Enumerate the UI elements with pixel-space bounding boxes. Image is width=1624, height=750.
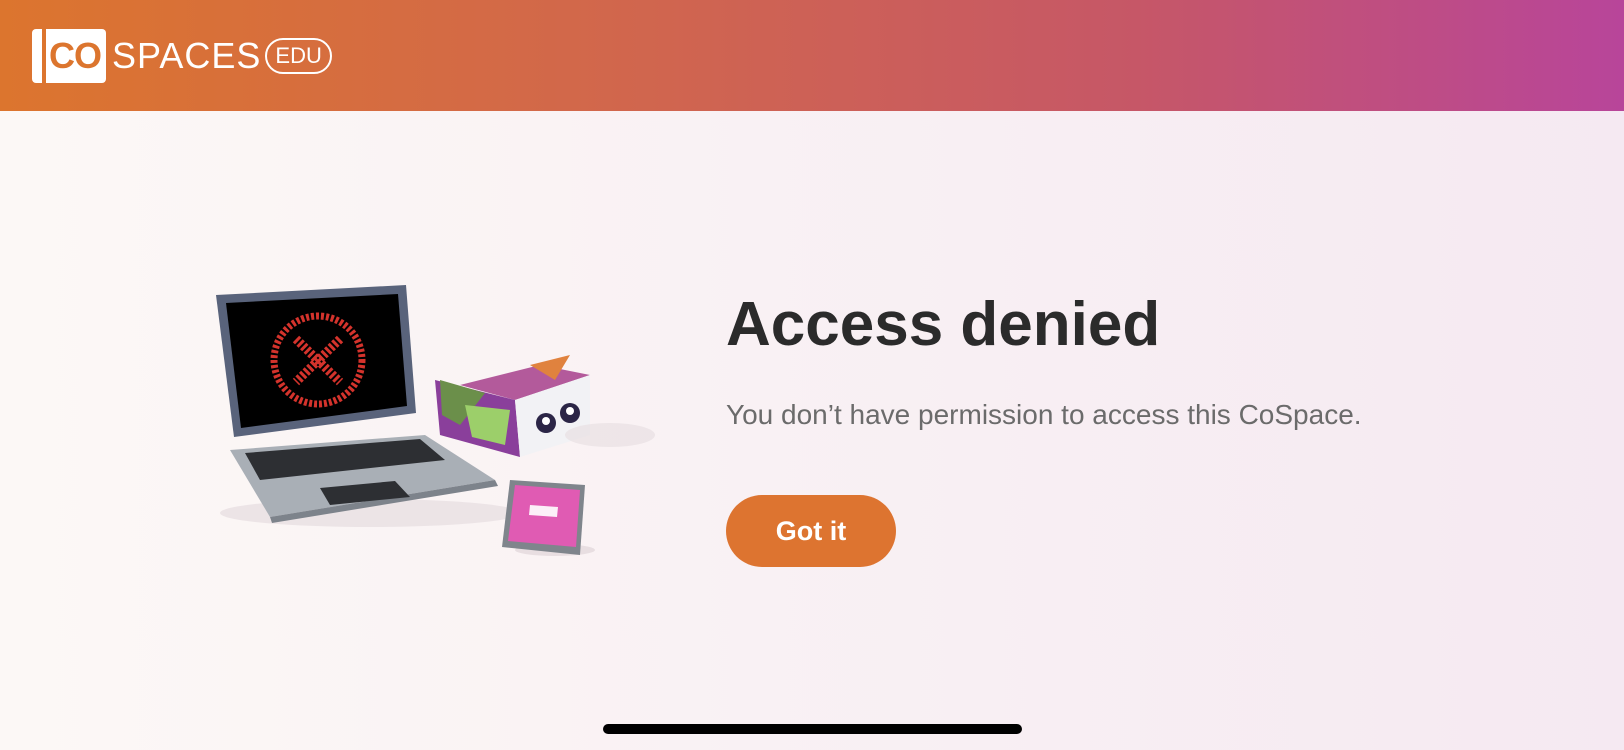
cospaces-edu-logo: CO SPACES EDU [32, 27, 332, 84]
logo-edu-badge: EDU [265, 37, 332, 74]
page-title: Access denied [726, 290, 1161, 359]
permission-message: You don’t have permission to access this… [726, 399, 1362, 430]
logo-word: SPACES [112, 34, 262, 76]
got-it-button[interactable]: Got it [726, 495, 896, 567]
top-header: CO SPACES EDU [0, 0, 1624, 111]
access-denied-content: Access denied You don’t have permission … [726, 285, 1586, 567]
logo-bar [42, 28, 46, 83]
logo-mark: CO [49, 34, 102, 76]
logo-co-box: CO [32, 28, 106, 83]
devices-illustration-icon [216, 285, 655, 556]
home-indicator[interactable] [603, 724, 1022, 734]
access-denied-illustration [210, 285, 660, 560]
